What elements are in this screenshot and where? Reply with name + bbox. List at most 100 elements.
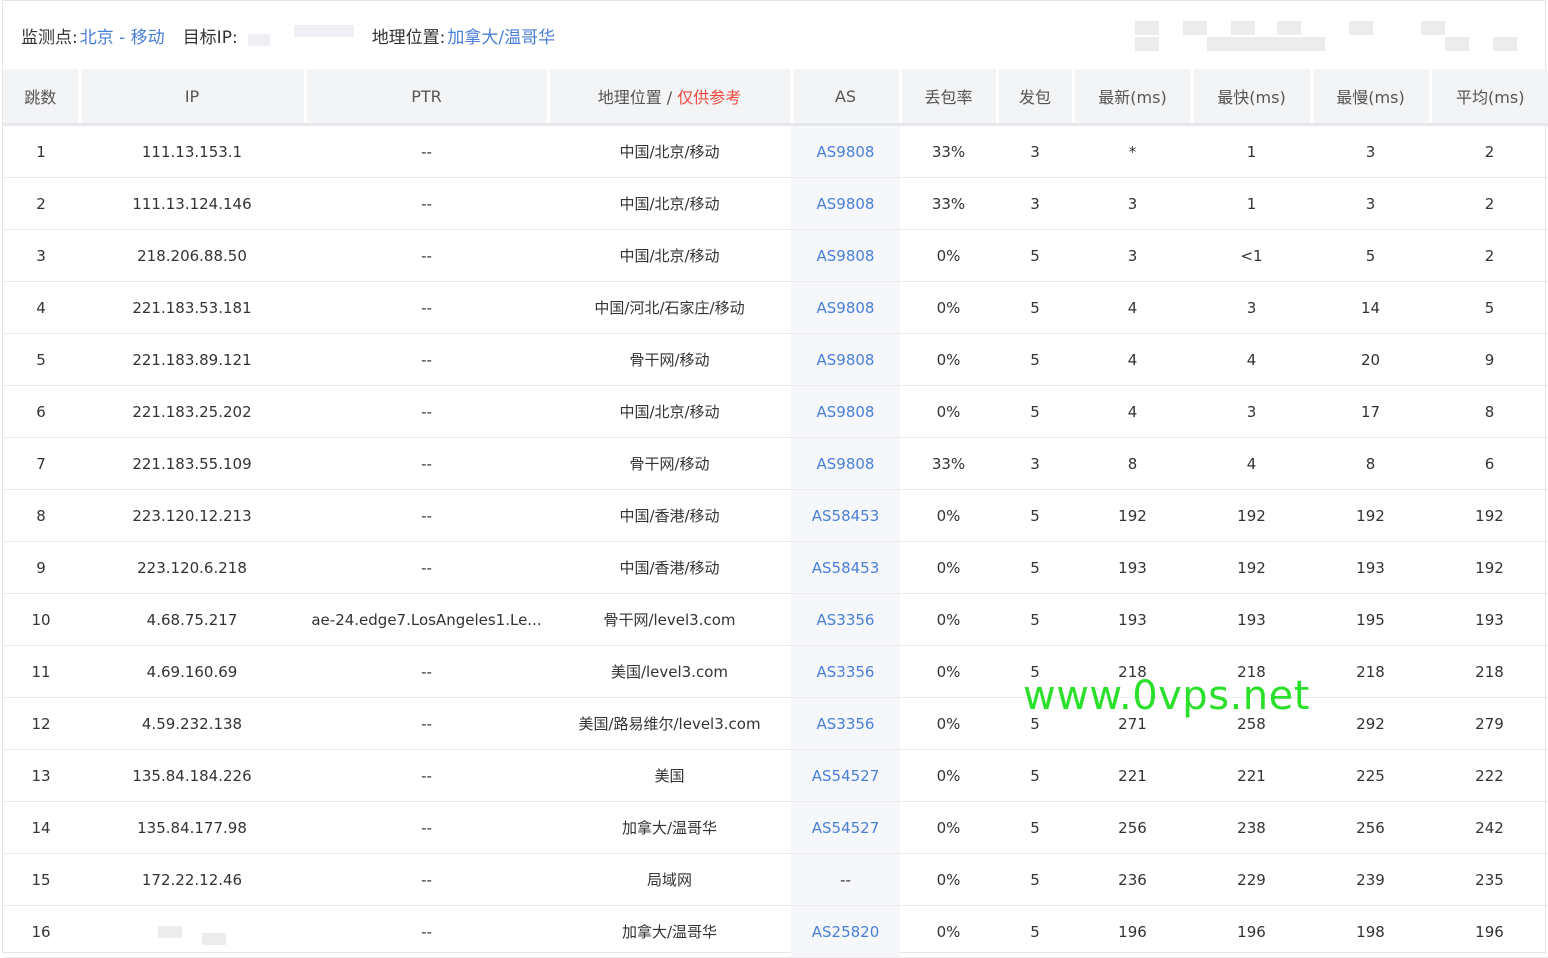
table-row: 16 -- 加拿大/温哥华 AS25820 0% 5 196 196 198 196 <box>3 905 1548 958</box>
header-geo-label: 地理位置 <box>597 88 662 107</box>
cell-as[interactable]: AS3356 <box>791 593 900 646</box>
table-row: 2 111.13.124.146 -- 中国/北京/移动 AS9808 33% 3 3 1 3 2 <box>3 177 1548 230</box>
cell-last: 8 <box>1073 437 1192 490</box>
cell-ip: 223.120.12.213 <box>79 489 305 542</box>
cell-as[interactable]: AS3356 <box>791 697 900 750</box>
monitor-label: 监测点: <box>21 27 78 48</box>
cell-as[interactable]: AS9808 <box>791 229 900 282</box>
cell-ip: 111.13.153.1 <box>79 124 305 178</box>
cell-as[interactable]: AS9808 <box>791 177 900 230</box>
cell-worst: 17 <box>1311 385 1430 438</box>
cell-geo: 中国/河北/石家庄/移动 <box>548 281 791 334</box>
header-geo-sep: / <box>661 88 678 107</box>
cell-loss: 33% <box>900 437 997 490</box>
cell-ptr: -- <box>305 697 548 750</box>
cell-as[interactable]: AS9808 <box>791 333 900 386</box>
cell-best: 1 <box>1192 124 1311 178</box>
cell-ptr: -- <box>305 645 548 698</box>
cell-best: <1 <box>1192 229 1311 282</box>
cell-ptr: -- <box>305 229 548 282</box>
cell-sent: 3 <box>997 124 1073 178</box>
table-header-row: 跳数 IP PTR 地理位置 / 仅供参考 AS 丢包率 发包 最新(ms) 最… <box>3 69 1548 126</box>
cell-loss: 0% <box>900 541 997 594</box>
geo-value-link[interactable]: 加拿大/温哥华 <box>447 23 555 48</box>
cell-ip: 4.68.75.217 <box>79 593 305 646</box>
cell-as[interactable]: AS58453 <box>791 541 900 594</box>
cell-geo: 中国/北京/移动 <box>548 177 791 230</box>
cell-hop: 10 <box>3 593 79 646</box>
cell-best: 196 <box>1192 905 1311 958</box>
header-ip: IP <box>79 69 307 126</box>
cell-geo: 骨干网/level3.com <box>548 593 791 646</box>
cell-worst: 239 <box>1311 853 1430 906</box>
target-ip-label: 目标IP: <box>182 27 238 48</box>
cell-hop: 1 <box>3 124 79 178</box>
cell-best: 238 <box>1192 801 1311 854</box>
cell-geo: 中国/北京/移动 <box>548 124 791 178</box>
cell-last: 3 <box>1073 229 1192 282</box>
cell-hop: 4 <box>3 281 79 334</box>
cell-as[interactable]: AS9808 <box>791 437 900 490</box>
cell-last: 4 <box>1073 281 1192 334</box>
table-row: 6 221.183.25.202 -- 中国/北京/移动 AS9808 0% 5 4 3 17 8 <box>3 385 1548 438</box>
cell-avg: 192 <box>1430 489 1548 542</box>
cell-best: 4 <box>1192 333 1311 386</box>
cell-best: 192 <box>1192 541 1311 594</box>
cell-as[interactable]: AS25820 <box>791 905 900 958</box>
cell-ptr: -- <box>305 541 548 594</box>
cell-avg: 192 <box>1430 541 1548 594</box>
cell-geo: 美国 <box>548 749 791 802</box>
cell-ip: 4.59.232.138 <box>79 697 305 750</box>
table-row: 4 221.183.53.181 -- 中国/河北/石家庄/移动 AS9808 0% 5 4 3… <box>3 281 1548 334</box>
table-row: 7 221.183.55.109 -- 骨干网/移动 AS9808 33% 3 8 4 8 6 <box>3 437 1548 490</box>
cell-worst: 20 <box>1311 333 1430 386</box>
cell-geo: 美国/level3.com <box>548 645 791 698</box>
cell-sent: 3 <box>997 437 1073 490</box>
cell-best: 1 <box>1192 177 1311 230</box>
cell-as[interactable]: AS9808 <box>791 385 900 438</box>
cell-best: 221 <box>1192 749 1311 802</box>
cell-loss: 0% <box>900 385 997 438</box>
cell-ptr: -- <box>305 853 548 906</box>
cell-loss: 0% <box>900 333 997 386</box>
cell-as[interactable]: AS3356 <box>791 645 900 698</box>
cell-worst: 218 <box>1311 645 1430 698</box>
cell-sent: 5 <box>997 593 1073 646</box>
cell-sent: 5 <box>997 905 1073 958</box>
cell-sent: 5 <box>997 853 1073 906</box>
cell-avg: 8 <box>1430 385 1548 438</box>
cell-avg: 9 <box>1430 333 1548 386</box>
cell-geo: 中国/香港/移动 <box>548 489 791 542</box>
cell-as[interactable]: AS54527 <box>791 749 900 802</box>
target-ip-masked-2 <box>293 25 354 37</box>
cell-hop: 9 <box>3 541 79 594</box>
cell-last: 196 <box>1073 905 1192 958</box>
cell-avg: 235 <box>1430 853 1548 906</box>
cell-loss: 33% <box>900 124 997 178</box>
cell-hop: 2 <box>3 177 79 230</box>
cell-last: 236 <box>1073 853 1192 906</box>
cell-as[interactable]: AS9808 <box>791 124 900 178</box>
monitor-value-link[interactable]: 北京 - 移动 <box>80 23 165 48</box>
table-row: 5 221.183.89.121 -- 骨干网/移动 AS9808 0% 5 4 4 20 9 <box>3 333 1548 386</box>
cell-best: 3 <box>1192 281 1311 334</box>
cell-sent: 5 <box>997 333 1073 386</box>
cell-as[interactable]: AS54527 <box>791 801 900 854</box>
cell-loss: 0% <box>900 749 997 802</box>
cell-ip: 135.84.177.98 <box>79 801 305 854</box>
cell-as[interactable]: AS9808 <box>791 281 900 334</box>
table-row: 11 4.69.160.69 -- 美国/level3.com AS3356 0% 5 218… <box>3 645 1548 698</box>
cell-best: 229 <box>1192 853 1311 906</box>
cell-hop: 7 <box>3 437 79 490</box>
header-sent: 发包 <box>997 69 1075 126</box>
cell-avg: 218 <box>1430 645 1548 698</box>
cell-hop: 15 <box>3 853 79 906</box>
info-bar: 监测点: 北京 - 移动 目标IP: 地理位置: 加拿大/温哥华 <box>3 1 1545 69</box>
cell-ptr: -- <box>305 905 548 958</box>
cell-as: -- <box>791 853 900 906</box>
table-row: 13 135.84.184.226 -- 美国 AS54527 0% 5 221 221 225 2… <box>3 749 1548 802</box>
cell-hop: 14 <box>3 801 79 854</box>
header-loss: 丢包率 <box>900 69 999 126</box>
trace-panel: 监测点: 北京 - 移动 目标IP: 地理位置: 加拿大/温哥华 跳数 IP P… <box>2 0 1548 958</box>
cell-as[interactable]: AS58453 <box>791 489 900 542</box>
